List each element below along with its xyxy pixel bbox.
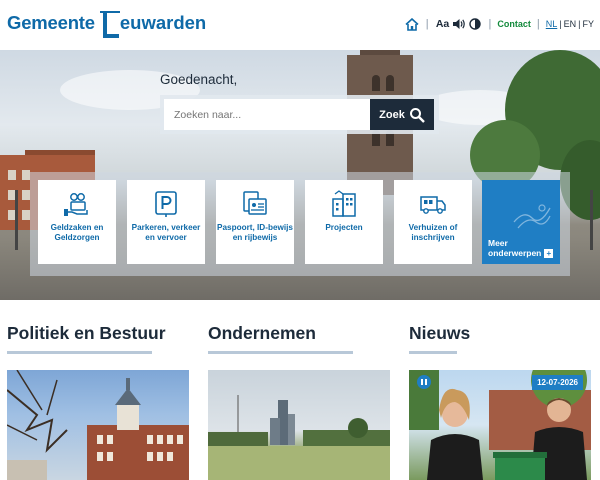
date-badge: 12-07-2026	[532, 375, 583, 390]
language-fy[interactable]: FY	[582, 19, 594, 29]
section-title[interactable]: Ondernemen	[208, 323, 390, 344]
site-header: Gemeente euwarden | Aa | Contact | NL | …	[0, 0, 600, 50]
section-nieuws: Nieuws 12-07-2026	[409, 323, 591, 480]
id-card-icon	[241, 190, 269, 218]
more-topics-tile[interactable]: Meer onderwerpen +	[482, 180, 560, 264]
tile-label: Geldzaken en Geldzorgen	[50, 223, 104, 242]
contrast-icon[interactable]	[467, 16, 483, 32]
title-underline	[7, 351, 152, 354]
section-title[interactable]: Politiek en Bestuur	[7, 323, 189, 344]
divider: |	[425, 18, 429, 30]
tile-projecten[interactable]: Projecten	[305, 180, 383, 264]
tile-geldzaken[interactable]: Geldzaken en Geldzorgen	[38, 180, 116, 264]
moving-truck-icon	[419, 190, 447, 218]
text-size-button[interactable]: Aa	[435, 16, 451, 32]
title-underline	[208, 351, 353, 354]
speaker-icon[interactable]	[451, 16, 467, 32]
greeting-text: Goedenacht,	[160, 72, 238, 87]
news-photo[interactable]: 12-07-2026	[409, 370, 591, 480]
tile-label: Projecten	[325, 223, 363, 232]
tile-parkeren[interactable]: Parkeren, verkeer en vervoer	[127, 180, 205, 264]
tile-verhuizen[interactable]: Verhuizen of inschrijven	[394, 180, 472, 264]
logo-word-gemeente: Gemeente	[7, 12, 95, 33]
search-icon	[409, 107, 425, 123]
parking-icon	[152, 190, 180, 218]
tile-label: Verhuizen of inschrijven	[408, 223, 458, 242]
divider: |	[536, 18, 540, 30]
divider: |	[488, 18, 492, 30]
title-underline	[409, 351, 457, 354]
language-en[interactable]: EN	[564, 19, 577, 29]
search-box: Zoek	[160, 95, 439, 134]
more-topics-label: Meer onderwerpen	[488, 237, 542, 258]
municipality-logo[interactable]: Gemeente euwarden	[7, 8, 206, 42]
section-title[interactable]: Nieuws	[409, 323, 591, 344]
pause-icon	[421, 379, 427, 385]
tile-paspoort[interactable]: Paspoort, ID-bewijs en rijbewijs	[216, 180, 294, 264]
hero-banner: Goedenacht, Zoek Geldzaken en Geldzorgen…	[0, 50, 600, 300]
topic-tiles: Geldzaken en Geldzorgen Parkeren, verkee…	[30, 172, 570, 276]
section-photo[interactable]	[208, 370, 390, 480]
building-project-icon	[330, 190, 358, 218]
money-hand-icon	[63, 190, 91, 218]
utility-bar: | Aa | Contact | NL | EN | FY	[404, 15, 594, 33]
contact-link[interactable]: Contact	[497, 19, 531, 29]
decorative-lines-icon	[513, 204, 551, 229]
home-icon[interactable]	[404, 16, 420, 32]
search-button[interactable]: Zoek	[370, 99, 434, 130]
plus-icon: +	[544, 249, 554, 258]
tile-label: Paspoort, ID-bewijs en rijbewijs	[217, 223, 293, 242]
pause-button[interactable]	[417, 375, 431, 389]
section-photo[interactable]	[7, 370, 189, 480]
search-input[interactable]	[164, 99, 370, 130]
language-nl[interactable]: NL	[546, 19, 558, 29]
logo-word-leeuwarden: euwarden	[119, 12, 207, 33]
logo-l-mark	[99, 8, 120, 38]
tile-label: Parkeren, verkeer en vervoer	[131, 223, 201, 242]
search-button-label: Zoek	[379, 108, 405, 121]
section-ondernemen: Ondernemen	[208, 323, 390, 480]
section-politiek: Politiek en Bestuur	[7, 323, 189, 480]
